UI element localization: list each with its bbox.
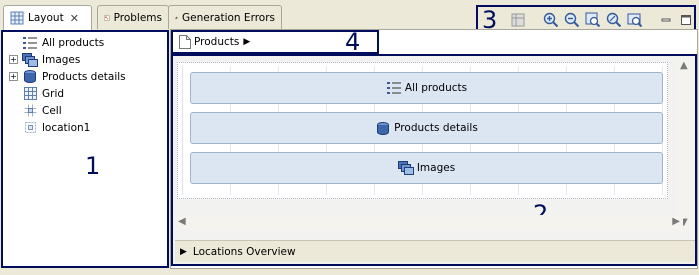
minimize-icon[interactable] [658,11,673,28]
images-stack-icon [22,52,38,67]
tree-item-label: Images [42,53,81,66]
tab-label: Generation Errors [182,11,275,24]
expand-icon[interactable]: + [9,55,18,64]
breadcrumb: Products ▶ 4 [171,30,379,54]
locations-overview-label: Locations Overview [192,245,296,258]
page-icon [179,35,191,49]
tree-item-label: Products details [42,70,126,83]
zoom-page-icon[interactable] [627,11,643,28]
zoom-custom-icon[interactable] [606,11,622,28]
layout-canvas[interactable]: All products Products details Images [177,62,668,199]
annotation-4: 4 [345,28,361,56]
block-products-details[interactable]: Products details [190,112,663,144]
tab-label: Problems [113,11,162,24]
tab-layout[interactable]: Layout ✕ [3,5,92,30]
database-icon [22,70,38,84]
tree-item-images[interactable]: + Images [9,51,126,68]
tree-item-products-details[interactable]: + Products details [9,68,126,85]
cell-icon [22,104,38,118]
zoom-in-icon[interactable] [543,11,559,28]
location-icon [22,121,38,135]
scroll-left-icon[interactable]: ◀ [178,216,186,227]
tab-label: Layout [28,12,64,24]
grid-icon [10,11,24,25]
tab-problems[interactable]: Problems [97,5,169,29]
tree-item-all-products[interactable]: All products [9,34,126,51]
tree-item-cell[interactable]: Cell [9,102,126,119]
layout-tree-panel: All products + Images + Products details… [1,30,169,268]
list-icon [22,36,38,50]
layout-canvas-frame: All products Products details Images 2 ▲… [171,54,697,266]
tree-item-label: location1 [42,121,91,134]
zoom-fit-icon[interactable] [585,11,601,28]
editor-panel: Products ▶ 4 All products Products detai… [170,29,698,269]
chevron-right-icon[interactable]: ▶ [180,247,187,257]
annotation-1: 1 [85,152,101,180]
close-icon[interactable]: ✕ [70,12,79,25]
locations-overview-bar[interactable]: ▶ Locations Overview [175,240,695,262]
breadcrumb-label[interactable]: Products [194,36,239,48]
grid-icon [22,87,38,101]
block-label: All products [404,82,468,94]
block-label: Images [416,162,456,174]
scroll-right-icon[interactable]: ▶ [672,216,680,227]
tree-item-grid[interactable]: Grid [9,85,126,102]
vertical-scrollbar[interactable]: ▲ ▼ [677,58,693,230]
horizontal-scrollbar[interactable]: ◀ ▶ [175,215,683,230]
scroll-up-icon[interactable]: ▲ [680,60,688,71]
block-label: Products details [394,122,478,134]
layout-icon[interactable] [510,11,525,28]
generation-errors-icon [175,16,178,19]
list-icon [386,81,402,96]
images-stack-icon [397,161,414,176]
chevron-right-icon[interactable]: ▶ [243,37,250,47]
zoom-out-icon[interactable] [564,11,580,28]
annotation-3: 3 [482,5,498,34]
maximize-icon[interactable] [679,11,694,28]
problems-icon [104,14,110,21]
block-images[interactable]: Images [190,152,663,184]
tree-item-location1[interactable]: location1 [9,119,126,136]
layout-tree: All products + Images + Products details… [9,34,126,136]
database-icon [375,121,391,136]
tab-generation-errors[interactable]: Generation Errors [168,5,282,29]
expand-icon[interactable]: + [9,72,18,81]
tree-item-label: All products [42,36,105,49]
tree-item-label: Cell [42,104,62,117]
block-all-products[interactable]: All products [190,72,663,104]
tree-item-label: Grid [42,87,65,100]
